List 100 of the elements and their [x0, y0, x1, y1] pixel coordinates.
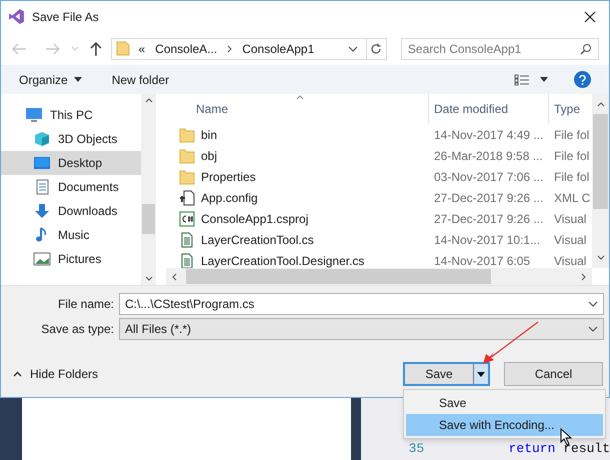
cube-icon	[33, 131, 51, 147]
file-row[interactable]: App.config 27-Dec-2017 9:26 ... XML C	[166, 187, 592, 208]
refresh-icon	[370, 42, 382, 54]
computer-icon	[25, 107, 43, 123]
horizontal-scrollbar[interactable]	[166, 268, 592, 285]
config-file-icon	[179, 190, 195, 206]
annotation-arrow	[482, 321, 540, 365]
breadcrumb-separator-icon	[227, 44, 232, 52]
breadcrumb-overflow[interactable]: «	[138, 40, 146, 58]
file-row[interactable]: ConsoleApp1.csproj 27-Dec-2017 9:26 ... Visual	[166, 208, 592, 229]
file-name: bin	[201, 126, 218, 144]
scroll-up-icon	[144, 98, 152, 103]
vertical-scrollbar[interactable]	[592, 94, 609, 268]
file-name: ConsoleApp1.csproj	[201, 210, 308, 228]
navigation-label: Documents	[58, 179, 119, 196]
close-icon	[584, 10, 596, 22]
caret-icon	[74, 77, 82, 82]
back-arrow-icon[interactable]	[11, 42, 27, 56]
hide-folders-button[interactable]: Hide Folders	[13, 365, 98, 383]
column-header[interactable]: Type	[549, 94, 592, 124]
file-row[interactable]: bin 14-Nov-2017 4:49 ... File fol	[166, 124, 592, 145]
scroll-down-icon	[596, 255, 604, 260]
file-row[interactable]: LayerCreationTool.cs 14-Nov-2017 10:1... Visual	[166, 229, 592, 250]
navigation-item[interactable]: 3D Objects	[1, 127, 141, 151]
breadcrumb-item[interactable]: ConsoleApp1	[242, 40, 314, 58]
file-name-field[interactable]: C:\...\CStest\Program.cs	[119, 293, 604, 315]
scrollbar-thumb[interactable]	[142, 204, 155, 234]
type-cell-text: File fol	[553, 168, 590, 186]
field-label: Save as type:	[40, 321, 115, 338]
navigation-label: Downloads	[58, 203, 118, 220]
code-line: return result	[508, 440, 610, 458]
breadcrumb-item[interactable]: ConsoleA...	[155, 40, 218, 58]
scrollbar-thumb[interactable]	[186, 269, 491, 284]
navigation-item[interactable]: Music	[1, 223, 141, 247]
menu-item[interactable]: Save	[406, 392, 603, 414]
field-label: File name:	[56, 296, 115, 313]
type-cell-text: File fol	[553, 126, 590, 144]
app-logo-icon	[8, 8, 25, 25]
type-cell-text: Visual	[553, 232, 586, 248]
file-name: LayerCreationTool.Designer.cs	[201, 252, 364, 268]
type-cell-text: XML C	[553, 190, 590, 206]
pictures-icon	[33, 251, 51, 267]
address-bar[interactable]: « ConsoleA... ConsoleApp1	[111, 38, 387, 60]
address-dropdown-icon	[348, 46, 358, 52]
chevron-up-icon	[13, 371, 22, 377]
scroll-left-icon	[172, 272, 177, 280]
forward-arrow-icon[interactable]	[44, 42, 61, 56]
search-field[interactable]: Search ConsoleApp1	[400, 38, 599, 60]
file-name: Properties	[201, 168, 256, 186]
desktop-icon	[33, 155, 51, 171]
text-file-icon	[179, 252, 195, 268]
date-cell-text: 14-Nov-2017 10:1...	[433, 232, 542, 248]
date-cell-text: 27-Dec-2017 9:26 ...	[433, 190, 544, 206]
ide-side-panel	[0, 398, 22, 460]
text-file-icon	[179, 232, 195, 248]
menu-item[interactable]: Save with Encoding...	[406, 414, 603, 436]
navigation-item[interactable]: Downloads	[1, 199, 141, 223]
column-header[interactable]: Date modified	[429, 94, 549, 124]
scroll-right-icon	[581, 272, 586, 280]
navigation-label: Desktop	[58, 155, 102, 172]
navigation-label: 3D Objects	[58, 131, 118, 148]
help-button[interactable]	[574, 71, 591, 88]
file-row[interactable]: obj 26-Mar-2018 9:58 ... File fol	[166, 145, 592, 166]
scroll-down-icon	[144, 276, 152, 281]
save-as-type-dropdown[interactable]: All Files (*.*)	[119, 318, 604, 340]
csharp-file-icon	[179, 210, 195, 226]
recent-dropdown-icon[interactable]	[70, 46, 79, 51]
ide-side-panel	[350, 398, 361, 460]
line-number: 35	[408, 440, 426, 458]
type-cell-text: Visual	[553, 210, 586, 228]
scrollbar-thumb[interactable]	[593, 114, 608, 209]
cancel-button[interactable]: Cancel	[504, 362, 603, 386]
date-cell-text: 03-Nov-2017 7:06 ...	[433, 168, 544, 186]
navigation-item[interactable]: This PC	[1, 103, 141, 127]
type-cell-text: Visual	[553, 252, 586, 268]
scroll-up-icon	[596, 102, 604, 107]
save-split-button[interactable]: Save	[403, 362, 490, 386]
file-name: App.config	[201, 190, 258, 206]
date-cell-text: 26-Mar-2018 9:58 ...	[433, 148, 544, 164]
view-options-icon[interactable]	[514, 74, 530, 86]
navigation-item[interactable]: Desktop	[1, 151, 141, 175]
date-cell-text: 27-Dec-2017 9:26 ...	[433, 210, 544, 228]
navigation-item[interactable]: Documents	[1, 175, 141, 199]
folder-icon	[116, 41, 130, 56]
navigation-item[interactable]: Pictures	[1, 247, 141, 271]
vertical-scrollbar[interactable]	[141, 94, 156, 285]
date-cell-text: 14-Nov-2017 4:49 ...	[433, 126, 544, 144]
folder-icon	[179, 168, 195, 184]
organize-button[interactable]: Organize	[19, 70, 82, 88]
file-row[interactable]: LayerCreationTool.Designer.cs 14-Nov-2017 6:05 Visual	[166, 250, 592, 268]
file-name: obj	[201, 148, 218, 164]
download-icon	[33, 203, 51, 219]
file-row[interactable]: Properties 03-Nov-2017 7:06 ... File fol	[166, 166, 592, 187]
caret-icon[interactable]	[540, 77, 548, 82]
new-folder-button[interactable]: New folder	[112, 70, 170, 88]
date-cell-text: 14-Nov-2017 6:05	[433, 252, 532, 268]
up-arrow-icon[interactable]	[88, 40, 102, 56]
column-header[interactable]: Name	[166, 94, 429, 124]
type-cell-text: File fol	[553, 148, 590, 164]
folder-icon	[179, 126, 195, 142]
